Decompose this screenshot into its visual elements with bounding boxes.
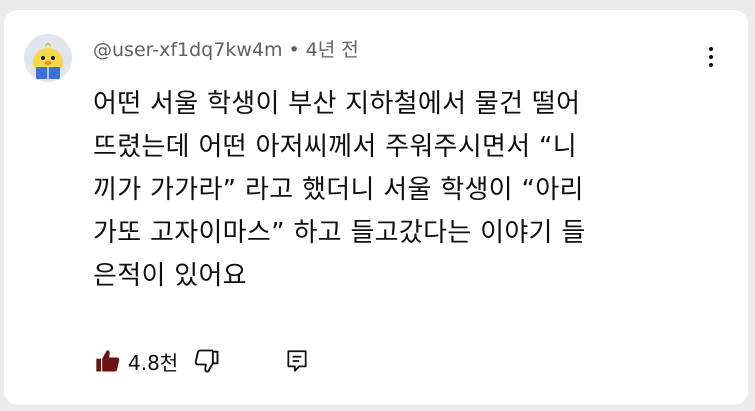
comment-text: 어떤 서울 학생이 부산 지하철에서 물건 떨어 뜨렸는데 어떤 아저씨께서 주… [93,89,586,291]
duck-avatar-icon [24,34,72,82]
like-count: 4.8천 [128,350,179,375]
author-name[interactable]: @user-xf1dq7kw4m [93,39,282,61]
comment-time[interactable]: 4년 전 [306,39,359,61]
comment-meta: @user-xf1dq7kw4m • 4년 전 [93,38,359,62]
comment-card: @user-xf1dq7kw4m • 4년 전 어떤 서울 학생이 부산 지하철에서… [4,10,748,405]
thumbs-down-outline-icon [195,349,219,373]
meta-separator: • [288,39,300,61]
reply-button[interactable] [282,346,312,376]
comment-actions: 4.8천 [93,344,312,378]
more-vertical-icon [709,47,713,51]
thumbs-up-filled-icon [96,350,120,372]
like-button[interactable] [93,346,123,376]
more-options-button[interactable] [700,40,722,74]
comment-reply-icon [287,350,307,372]
dislike-button[interactable] [192,346,222,376]
user-avatar[interactable] [24,34,72,82]
